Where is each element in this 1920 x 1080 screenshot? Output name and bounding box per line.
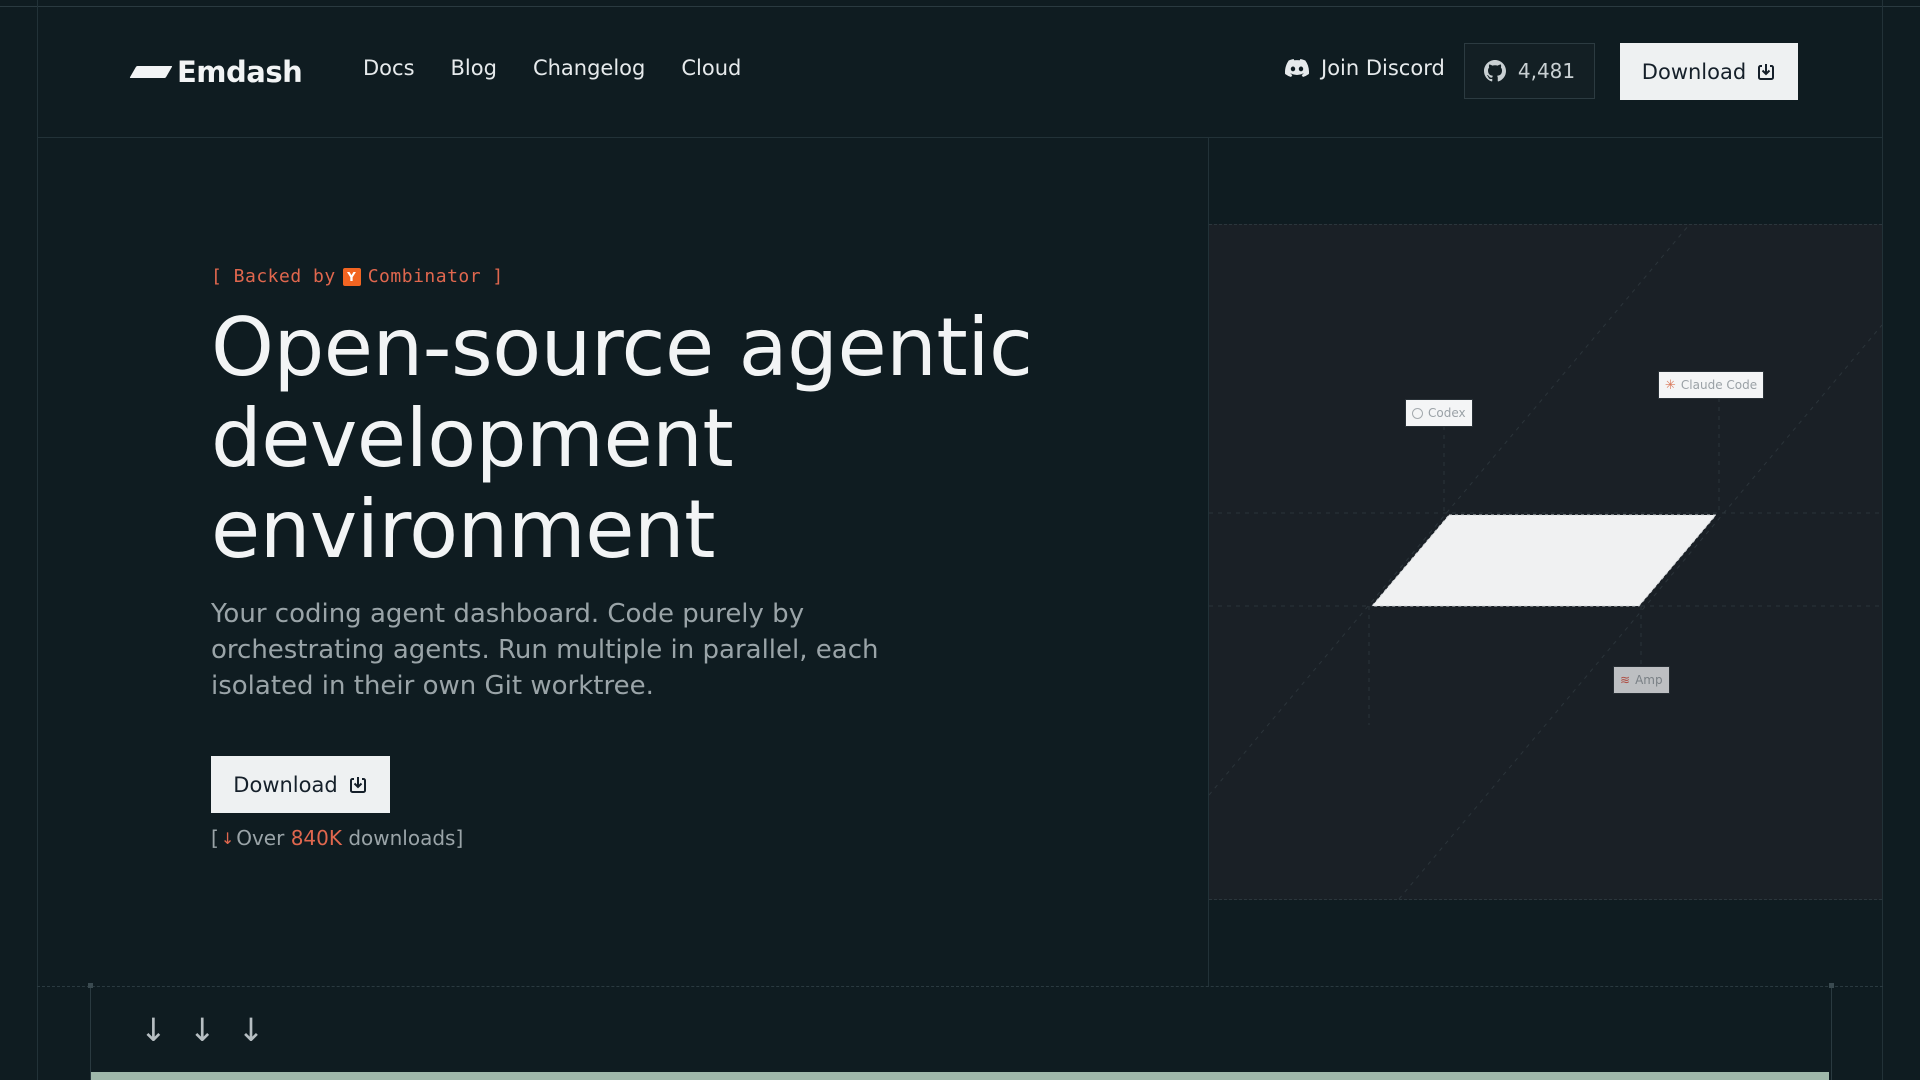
nav-divider (37, 137, 1883, 138)
backed-by-badge[interactable]: [ Backed by Y Combinator ] (211, 266, 504, 287)
frame-corner-dot (1829, 983, 1834, 988)
preview-frame (88, 983, 1834, 1080)
nav-link-docs[interactable]: Docs (363, 56, 415, 80)
y-combinator-icon: Y (342, 267, 361, 286)
logo[interactable]: Emdash (129, 52, 303, 92)
hero-download-button[interactable]: Download (211, 756, 390, 813)
backed-prefix: [ Backed by (211, 266, 336, 287)
agent-name-amp: Amp (1635, 673, 1663, 687)
amp-icon: ≋ (1620, 673, 1631, 687)
frame-line-right (1882, 0, 1883, 1080)
nav-link-changelog[interactable]: Changelog (533, 56, 645, 80)
agent-name-codex: Codex (1428, 406, 1466, 420)
page: Emdash Docs Blog Changelog Cloud Join Di… (0, 0, 1920, 1080)
agent-label-claude-code: ✳ Claude Code (1659, 372, 1764, 398)
headline-line-3: environment (211, 483, 716, 576)
agent-name-claude-code: Claude Code (1680, 378, 1758, 392)
downloads-number: 840K (290, 826, 342, 850)
hero-subtext: Your coding agent dashboard. Code purely… (211, 599, 879, 701)
frame-line-left (37, 0, 38, 1080)
agent-label-codex: Codex (1406, 400, 1472, 426)
downloads-suffix: downloads] (348, 826, 464, 850)
downloads-bracket: [ (211, 826, 219, 850)
codex-icon (1412, 407, 1423, 419)
nav-link-blog[interactable]: Blog (451, 56, 497, 80)
backed-suffix: Combinator ] (367, 266, 504, 287)
github-icon (1483, 60, 1506, 82)
hero-download-label: Download (233, 772, 338, 797)
nav-download-label: Download (1641, 59, 1747, 84)
nav-download-button[interactable]: Download (1620, 43, 1798, 100)
download-icon (349, 776, 366, 793)
nav-link-cloud[interactable]: Cloud (681, 56, 741, 80)
downloads-count-line: [ ↓ Over 840K downloads] (211, 826, 463, 850)
app-preview-image (91, 1072, 1829, 1080)
agent-label-amp: ≋ Amp (1614, 667, 1669, 693)
discord-label: Join Discord (1321, 56, 1445, 80)
top-nav: Emdash Docs Blog Changelog Cloud Join Di… (0, 0, 1920, 137)
arrow-down-icon[interactable]: ↓ (189, 1010, 216, 1050)
frame-corner-dot (88, 983, 93, 988)
arrow-down-icon[interactable]: ↓ (238, 1010, 265, 1050)
logo-text: Emdash (177, 55, 303, 89)
downloads-over: Over (236, 826, 285, 850)
join-discord-link[interactable]: Join Discord (1285, 56, 1445, 80)
download-icon (1758, 63, 1775, 80)
arrow-down-icon[interactable]: ↓ (140, 1010, 167, 1050)
arrow-down-icon: ↓ (220, 828, 235, 848)
hero-headline: Open-source agentic development environm… (211, 302, 1111, 575)
discord-icon (1285, 59, 1309, 77)
scroll-arrows: ↓ ↓ ↓ (140, 1010, 264, 1050)
agents-diagram: Codex ✳ Claude Code ≋ Amp (1209, 224, 1882, 900)
nav-links: Docs Blog Changelog Cloud (363, 56, 741, 80)
github-stars-button[interactable]: 4,481 (1464, 43, 1595, 99)
claude-icon: ✳ (1665, 377, 1676, 393)
logo-mark-icon (129, 66, 173, 78)
headline-line-1: Open-source agentic (211, 301, 1033, 394)
headline-line-2: development (211, 392, 734, 485)
github-star-count: 4,481 (1517, 59, 1576, 83)
diagram-lines (1209, 225, 1882, 899)
